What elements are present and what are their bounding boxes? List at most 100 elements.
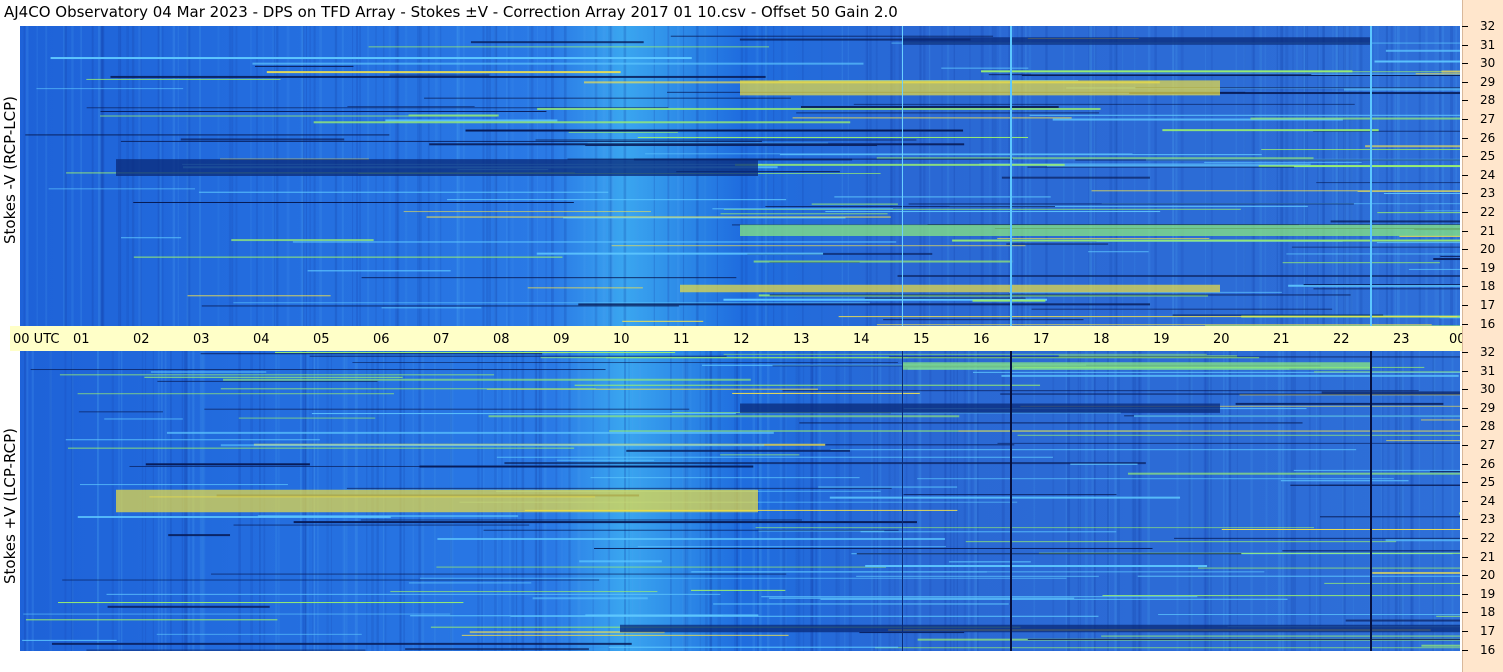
frequency-tick-mark bbox=[1462, 156, 1468, 158]
interference-line bbox=[537, 107, 1101, 110]
interference-line bbox=[1372, 571, 1460, 574]
interference-line bbox=[1027, 638, 1460, 640]
interference-line bbox=[1441, 70, 1460, 73]
interference-line bbox=[578, 303, 1151, 306]
noise-striation bbox=[1441, 351, 1444, 651]
time-tick-label: 05 bbox=[313, 332, 330, 347]
interference-line bbox=[48, 188, 196, 190]
spectral-feature bbox=[902, 362, 1370, 370]
interference-line bbox=[1357, 190, 1460, 192]
frequency-tick-mark bbox=[1462, 370, 1468, 372]
interference-line bbox=[1204, 161, 1362, 163]
noise-striation bbox=[841, 26, 844, 326]
noise-striation bbox=[1373, 26, 1377, 326]
interference-line bbox=[50, 57, 692, 60]
noise-striation bbox=[1250, 351, 1253, 651]
frequency-tick-mark bbox=[1462, 230, 1468, 232]
spectral-feature bbox=[740, 403, 1220, 413]
noise-striation bbox=[45, 26, 48, 326]
noise-striation bbox=[1418, 351, 1421, 651]
interference-line bbox=[1286, 253, 1460, 255]
interference-line bbox=[22, 639, 117, 641]
interference-line bbox=[62, 579, 600, 581]
interference-line bbox=[865, 565, 1208, 568]
interference-line bbox=[1172, 314, 1384, 316]
stokes-minus-v-spectrogram bbox=[20, 26, 1460, 326]
spectral-feature bbox=[620, 624, 1460, 633]
interference-line bbox=[436, 566, 887, 568]
interference-line bbox=[266, 71, 621, 74]
interference-line bbox=[1319, 516, 1460, 518]
interference-line bbox=[897, 274, 1460, 277]
noise-striation bbox=[941, 26, 943, 326]
noise-striation bbox=[1052, 351, 1055, 651]
spectral-feature bbox=[740, 80, 1220, 96]
interference-line bbox=[252, 62, 864, 65]
noise-striation bbox=[905, 351, 908, 651]
interference-line bbox=[1374, 60, 1460, 63]
interference-line bbox=[79, 484, 288, 486]
noise-striation bbox=[1138, 351, 1142, 651]
frequency-tick-mark bbox=[1462, 463, 1468, 465]
vertical-marker-line bbox=[902, 351, 903, 651]
noise-striation bbox=[1418, 26, 1421, 326]
frequency-tick-label: 16 bbox=[1480, 316, 1496, 331]
time-tick-label: 14 bbox=[853, 332, 870, 347]
interference-line bbox=[150, 371, 267, 373]
noise-striation bbox=[919, 351, 922, 651]
interference-line bbox=[761, 596, 1198, 598]
interference-line bbox=[1029, 114, 1460, 116]
noise-striation bbox=[1077, 351, 1079, 651]
interference-line bbox=[1429, 471, 1460, 473]
interference-line bbox=[1303, 284, 1460, 286]
interference-line bbox=[579, 560, 662, 563]
interference-line bbox=[1261, 149, 1460, 151]
noise-striation bbox=[1356, 26, 1359, 326]
interference-line bbox=[25, 134, 390, 136]
noise-striation bbox=[890, 26, 893, 326]
time-tick-label: 19 bbox=[1153, 332, 1170, 347]
frequency-tick-label: 18 bbox=[1480, 605, 1496, 620]
frequency-tick-mark bbox=[1462, 649, 1468, 651]
frequency-tick-label: 27 bbox=[1480, 112, 1496, 126]
interference-line bbox=[1102, 595, 1460, 597]
interference-line bbox=[1162, 129, 1379, 132]
noise-striation bbox=[802, 26, 804, 326]
noise-striation bbox=[953, 351, 955, 651]
interference-line bbox=[792, 117, 1072, 119]
noise-striation bbox=[875, 26, 878, 326]
frequency-tick-mark bbox=[1462, 575, 1468, 577]
noise-striation bbox=[1091, 351, 1094, 651]
frequency-tick-label: 19 bbox=[1480, 586, 1496, 601]
frequency-tick-label: 20 bbox=[1480, 568, 1496, 583]
interference-line bbox=[385, 119, 558, 122]
interference-line bbox=[104, 418, 183, 420]
interference-line bbox=[133, 201, 574, 203]
time-tick-label: 03 bbox=[193, 332, 210, 347]
interference-line bbox=[1458, 512, 1460, 515]
interference-line bbox=[556, 459, 654, 461]
noise-striation bbox=[1432, 351, 1435, 651]
interference-line bbox=[1070, 463, 1138, 465]
interference-line bbox=[1421, 644, 1460, 647]
noise-striation bbox=[63, 26, 65, 326]
interference-line bbox=[77, 393, 394, 395]
spectral-feature bbox=[116, 489, 758, 513]
frequency-tick-label: 32 bbox=[1480, 19, 1496, 33]
noise-striation bbox=[1394, 351, 1398, 651]
interference-line bbox=[1420, 419, 1460, 421]
frequency-tick-label: 25 bbox=[1480, 475, 1496, 490]
interference-line bbox=[231, 239, 374, 242]
frequency-tick-label: 29 bbox=[1480, 74, 1496, 89]
interference-line bbox=[483, 529, 899, 531]
interference-line bbox=[419, 465, 754, 468]
frequency-tick-mark bbox=[1462, 267, 1468, 269]
noise-striation bbox=[1222, 351, 1225, 651]
interference-line bbox=[201, 305, 679, 307]
noise-striation bbox=[818, 351, 821, 651]
interference-line bbox=[437, 537, 945, 540]
noise-striation bbox=[100, 26, 103, 326]
utc-time-axis: 00 UTC 01 02 03 04 05 06 07 08 09 10 11 12 13 14 15 16 17… bbox=[10, 326, 1498, 351]
interference-line bbox=[713, 603, 1009, 605]
noise-striation bbox=[25, 351, 29, 651]
